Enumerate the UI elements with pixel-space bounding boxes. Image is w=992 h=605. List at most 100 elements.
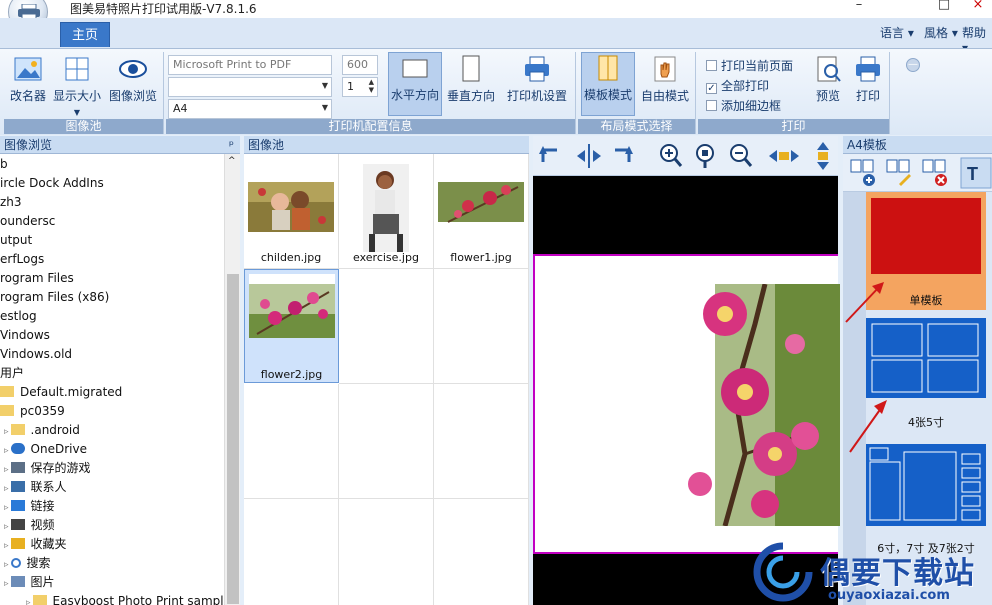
printer-name-field[interactable]: Microsoft Print to PDF xyxy=(168,55,332,75)
renamer-button[interactable]: 改名器 xyxy=(8,54,48,104)
flip-horizontal-icon[interactable] xyxy=(577,144,601,168)
empty-cell xyxy=(434,384,529,499)
tree-item[interactable]: rogram Files (x86) xyxy=(0,288,109,307)
tree-scrollbar[interactable]: ^ xyxy=(224,154,240,605)
image-caption: childen.jpg xyxy=(260,251,322,264)
menu-language[interactable]: 语言 ▾ xyxy=(880,24,914,41)
tree-item[interactable]: Default.migrated xyxy=(0,383,122,402)
scrollbar-thumb[interactable] xyxy=(227,274,239,604)
rotate-left-icon[interactable] xyxy=(539,146,557,162)
tree-item[interactable]: ▹ 视频 xyxy=(4,516,55,535)
tree-item[interactable]: b xyxy=(0,155,8,174)
checkbox-checked[interactable]: ✓ xyxy=(706,83,717,94)
expand-icon[interactable]: ▹ xyxy=(4,579,9,589)
delete-template-icon[interactable] xyxy=(922,159,947,186)
expand-icon[interactable]: ▹ xyxy=(4,446,9,456)
print-all-option[interactable]: ✓ 全部打印 xyxy=(706,77,769,94)
template-icon xyxy=(598,55,618,81)
tree-item-label: oundersc xyxy=(0,214,56,228)
move-horizontal-icon[interactable] xyxy=(769,150,799,162)
template-mode-button[interactable]: 模板模式 xyxy=(581,52,635,116)
tree-item[interactable]: 用户 xyxy=(0,364,24,383)
tree-item[interactable]: ▹ 搜索 xyxy=(4,554,51,573)
minimize-button[interactable]: – xyxy=(843,0,875,14)
expand-icon[interactable]: ▹ xyxy=(4,484,9,494)
rotate-right-icon[interactable] xyxy=(615,146,633,162)
image-cell-childen[interactable]: childen.jpg xyxy=(244,154,339,269)
tree-item[interactable]: ▹ 链接 xyxy=(4,497,55,516)
zoom-fit-icon[interactable] xyxy=(696,144,714,168)
scroll-up-icon[interactable]: ^ xyxy=(228,156,236,166)
zoom-out-icon[interactable] xyxy=(730,144,753,167)
tree-item[interactable]: ▹ 图片 xyxy=(4,573,55,592)
expand-icon[interactable]: ▹ xyxy=(4,427,9,437)
tree-item[interactable]: Vindows xyxy=(0,326,50,345)
tree-item-label: erfLogs xyxy=(0,252,45,266)
tree-item[interactable]: utput xyxy=(0,231,32,250)
expand-icon[interactable]: ▹ xyxy=(4,560,9,570)
checkbox-unchecked[interactable] xyxy=(706,100,717,111)
pin-icon[interactable]: ᵖ xyxy=(229,136,234,154)
image-cell-flower1[interactable]: flower1.jpg xyxy=(434,154,529,269)
zoom-in-icon[interactable] xyxy=(660,144,683,167)
edit-template-icon[interactable] xyxy=(886,159,911,186)
tree-item[interactable]: erfLogs xyxy=(0,250,44,269)
move-vertical-icon[interactable] xyxy=(817,142,829,170)
expand-icon[interactable]: ▹ xyxy=(4,503,9,513)
tree-item[interactable]: oundersc xyxy=(0,212,55,231)
tree-item[interactable]: rogram Files xyxy=(0,269,74,288)
image-pool-grid: childen.jpg exercise.jpg flower1.jpg flo… xyxy=(244,154,529,605)
expand-icon[interactable]: ▹ xyxy=(4,541,9,551)
image-cell-exercise[interactable]: exercise.jpg xyxy=(339,154,434,269)
tree-item[interactable]: ▹ 保存的游戏 xyxy=(4,459,91,478)
watermark-url: ouyaoxiazai.com xyxy=(828,588,950,603)
preview-button[interactable]: 预览 xyxy=(810,54,846,104)
add-border-option[interactable]: 添加细边框 xyxy=(706,97,781,114)
tree-item[interactable]: estlog xyxy=(0,307,37,326)
image-cell-flower2[interactable]: flower2.jpg xyxy=(244,269,339,383)
tree-item[interactable]: Vindows.old xyxy=(0,345,72,364)
portrait-button[interactable]: 垂直方向 xyxy=(444,54,498,104)
group-label-print: 打印 xyxy=(698,119,889,134)
tree-item-label: Easyboost Photo Print samples xyxy=(52,594,238,605)
expand-icon[interactable]: ▹ xyxy=(4,522,9,532)
tree-item[interactable]: ▹ Easyboost Photo Print samples xyxy=(26,592,237,605)
preview-photo-flower2[interactable] xyxy=(655,284,840,526)
copies-value: 1 xyxy=(347,80,354,93)
free-mode-button[interactable]: 自由模式 xyxy=(638,54,692,104)
tree-item[interactable]: pc0359 xyxy=(0,402,65,421)
add-border-label: 添加细边框 xyxy=(721,99,782,113)
dpi-field[interactable]: 600 xyxy=(342,55,378,75)
add-template-icon[interactable] xyxy=(850,159,875,186)
tree-item[interactable]: zh3 xyxy=(0,193,22,212)
expand-icon[interactable]: ▹ xyxy=(26,598,31,605)
display-size-button[interactable]: 显示大小 ▼ xyxy=(52,54,102,118)
text-tool-icon[interactable]: T xyxy=(960,157,992,189)
tree-item[interactable]: ▹ .android xyxy=(4,421,80,440)
tray-select[interactable]: ▼ xyxy=(168,77,332,97)
tree-item[interactable]: ▹ 联系人 xyxy=(4,478,67,497)
printer-settings-button[interactable]: 打印机设置 xyxy=(504,54,570,104)
tree-item-label: estlog xyxy=(0,309,37,323)
maximize-button[interactable]: □ xyxy=(928,0,960,14)
print-current-page-option[interactable]: 打印当前页面 xyxy=(706,57,793,74)
eye-icon xyxy=(119,60,147,78)
tree-item[interactable]: ▹ OneDrive xyxy=(4,440,87,459)
checkbox-unchecked[interactable] xyxy=(706,60,717,71)
image-browse-button[interactable]: 图像浏览 xyxy=(106,54,160,104)
landscape-button[interactable]: 水平方向 xyxy=(388,52,442,116)
tree-item[interactable]: ▹ 收藏夹 xyxy=(4,535,67,554)
browser-header: 图像浏览 ᵖ xyxy=(0,136,240,154)
tree-item[interactable]: ircle Dock AddIns xyxy=(0,174,104,193)
copies-stepper[interactable]: 1 ▲ ▼ xyxy=(342,77,378,97)
paper-select[interactable]: A4 ▼ xyxy=(168,99,332,119)
expand-icon[interactable]: ▹ xyxy=(4,465,9,475)
close-button[interactable]: × xyxy=(962,0,992,14)
tree-item-label: rogram Files xyxy=(0,271,74,285)
menu-style[interactable]: 風格 ▾ xyxy=(924,24,958,41)
print-button[interactable]: 打印 xyxy=(850,54,886,104)
tab-home[interactable]: 主页 xyxy=(60,22,110,47)
collapse-ribbon-icon[interactable]: — xyxy=(906,58,920,72)
group-label-image-pool: 图像池 xyxy=(4,119,163,134)
landscape-page-icon xyxy=(402,59,428,78)
